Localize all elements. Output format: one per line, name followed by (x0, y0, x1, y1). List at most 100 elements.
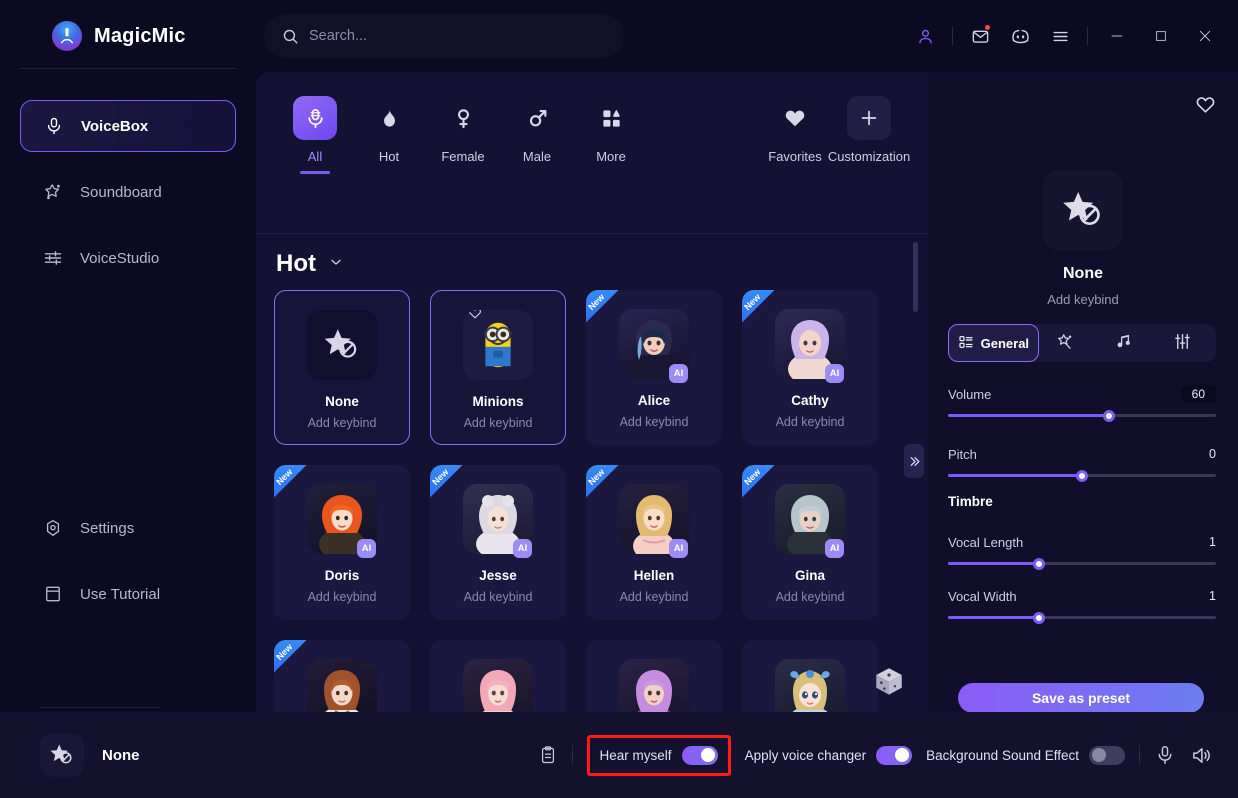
save-as-preset-button[interactable]: Save as preset (958, 683, 1204, 713)
ai-badge: AI (513, 539, 532, 558)
slider-header: Vocal Width 1 (948, 586, 1216, 606)
voice-grid-scroll: None Add keybind Minions Add keybind New… (274, 290, 910, 772)
expand-panel-button[interactable] (904, 444, 924, 478)
voice-card-minions[interactable]: Minions Add keybind (430, 290, 566, 445)
account-icon[interactable] (912, 23, 938, 49)
apply-voice-changer-group: Apply voice changer (745, 745, 913, 765)
voice-card-gina[interactable]: New AI Gina Add keybind (742, 465, 878, 620)
sidebar-item-soundboard[interactable]: Soundboard (20, 166, 236, 218)
male-icon (515, 96, 559, 140)
voice-settings-panel: None Add keybind General Volume 60 Pitch… (928, 72, 1238, 753)
slider-track[interactable] (948, 409, 1216, 422)
voice-card-jesse[interactable]: New AI Jesse Add keybind (430, 465, 566, 620)
tab-equalizer[interactable] (1157, 324, 1216, 362)
current-voice-indicator[interactable]: None (40, 733, 140, 777)
voice-card-keybind[interactable]: Add keybind (620, 415, 689, 429)
menu-icon[interactable] (1047, 23, 1073, 49)
voice-grid-scrollbar[interactable] (913, 242, 918, 312)
voice-card-keybind[interactable]: Add keybind (776, 415, 845, 429)
background-sound-effect-label: Background Sound Effect (926, 747, 1079, 763)
slider-knob[interactable] (1076, 469, 1088, 482)
slider-track[interactable] (948, 557, 1216, 570)
slider-volume: Volume 60 (948, 384, 1216, 422)
voice-card-name: Jesse (479, 568, 517, 583)
slider-knob[interactable] (1102, 409, 1115, 422)
random-voice-dice-icon[interactable] (872, 664, 906, 698)
bottom-divider-2 (1139, 745, 1140, 765)
title-bar: MagicMic (0, 0, 1238, 72)
sidebar-divider-2 (40, 707, 160, 708)
voice-card-none[interactable]: None Add keybind (274, 290, 410, 445)
sidebar-item-voicestudio[interactable]: VoiceStudio (20, 232, 236, 284)
magic-wand-icon (1055, 332, 1074, 354)
slider-value: 1 (1209, 589, 1216, 603)
current-voice-avatar (40, 733, 84, 777)
voice-card-hellen[interactable]: New AI Hellen Add keybind (586, 465, 722, 620)
ai-badge: AI (669, 539, 688, 558)
voice-card-keybind[interactable]: Add keybind (776, 590, 845, 604)
hear-myself-highlight: Hear myself (586, 734, 731, 776)
slider-vocal-length: Vocal Length 1 (948, 532, 1216, 570)
close-button[interactable] (1190, 21, 1220, 51)
female-icon (441, 96, 485, 140)
category-tab-female[interactable]: Female (426, 96, 500, 164)
voice-card-keybind[interactable]: Add keybind (464, 416, 533, 430)
chevron-down-icon[interactable] (328, 254, 344, 275)
voice-card-keybind[interactable]: Add keybind (464, 590, 533, 604)
slider-label: Vocal Width (948, 588, 1017, 604)
microphone-icon[interactable] (1154, 744, 1176, 766)
equalizer-icon (1173, 332, 1192, 354)
voice-card-alice[interactable]: New AI Alice Add keybind (586, 290, 722, 445)
slider-knob[interactable] (1033, 557, 1046, 570)
background-sound-effect-toggle[interactable] (1089, 745, 1125, 765)
sidebar-item-use-tutorial[interactable]: Use Tutorial (20, 568, 236, 620)
slider-track[interactable] (948, 611, 1216, 624)
category-tab-more[interactable]: More (574, 96, 648, 164)
voice-grid: None Add keybind Minions Add keybind New… (274, 290, 910, 772)
app-logo-icon (52, 21, 82, 51)
voice-card-doris[interactable]: New AI Doris Add keybind (274, 465, 410, 620)
tab-general[interactable]: General (948, 324, 1039, 362)
microphone-icon (293, 96, 337, 140)
section-header[interactable]: Hot (276, 250, 344, 278)
music-note-icon (1114, 332, 1133, 354)
voice-card-keybind[interactable]: Add keybind (308, 590, 377, 604)
clipboard-icon[interactable] (538, 744, 558, 766)
slider-label: Pitch (948, 446, 977, 462)
bottom-divider (571, 745, 573, 765)
mail-icon[interactable] (967, 23, 993, 49)
titlebar-actions (912, 0, 1238, 72)
favorite-heart-icon[interactable] (1195, 94, 1216, 120)
tab-music[interactable] (1098, 324, 1157, 362)
sidebar-item-voicebox[interactable]: VoiceBox (20, 100, 236, 152)
search-input[interactable] (309, 28, 606, 44)
voice-card-keybind[interactable]: Add keybind (308, 416, 377, 430)
voice-card-cathy[interactable]: New AI Cathy Add keybind (742, 290, 878, 445)
ai-badge: AI (825, 539, 844, 558)
category-tab-all[interactable]: All (278, 96, 352, 174)
category-label: Favorites (768, 149, 822, 164)
minimize-button[interactable] (1102, 21, 1132, 51)
minion-avatar (463, 310, 533, 380)
voice-card-keybind[interactable]: Add keybind (620, 590, 689, 604)
category-tab-hot[interactable]: Hot (352, 96, 426, 164)
discord-icon[interactable] (1007, 23, 1033, 49)
slider-track[interactable] (948, 469, 1216, 482)
speaker-icon[interactable] (1190, 744, 1214, 766)
slider-knob[interactable] (1033, 611, 1046, 624)
category-tab-customization[interactable]: Customization (828, 96, 910, 164)
favorite-heart-icon[interactable] (468, 310, 482, 323)
hear-myself-toggle[interactable] (681, 745, 718, 765)
category-tab-favorites[interactable]: Favorites (758, 96, 832, 164)
selected-voice-keybind[interactable]: Add keybind (928, 292, 1238, 307)
search-bar[interactable] (264, 14, 624, 58)
category-label: Male (522, 149, 552, 164)
sidebar-item-label: Use Tutorial (80, 585, 161, 603)
maximize-button[interactable] (1146, 21, 1176, 51)
category-tab-male[interactable]: Male (500, 96, 574, 164)
apply-voice-changer-toggle[interactable] (876, 745, 913, 765)
voice-card-name: Minions (472, 394, 524, 409)
sidebar-item-settings[interactable]: Settings (20, 502, 236, 554)
slider-value: 60 (1180, 385, 1216, 403)
tab-effects[interactable] (1039, 324, 1098, 362)
